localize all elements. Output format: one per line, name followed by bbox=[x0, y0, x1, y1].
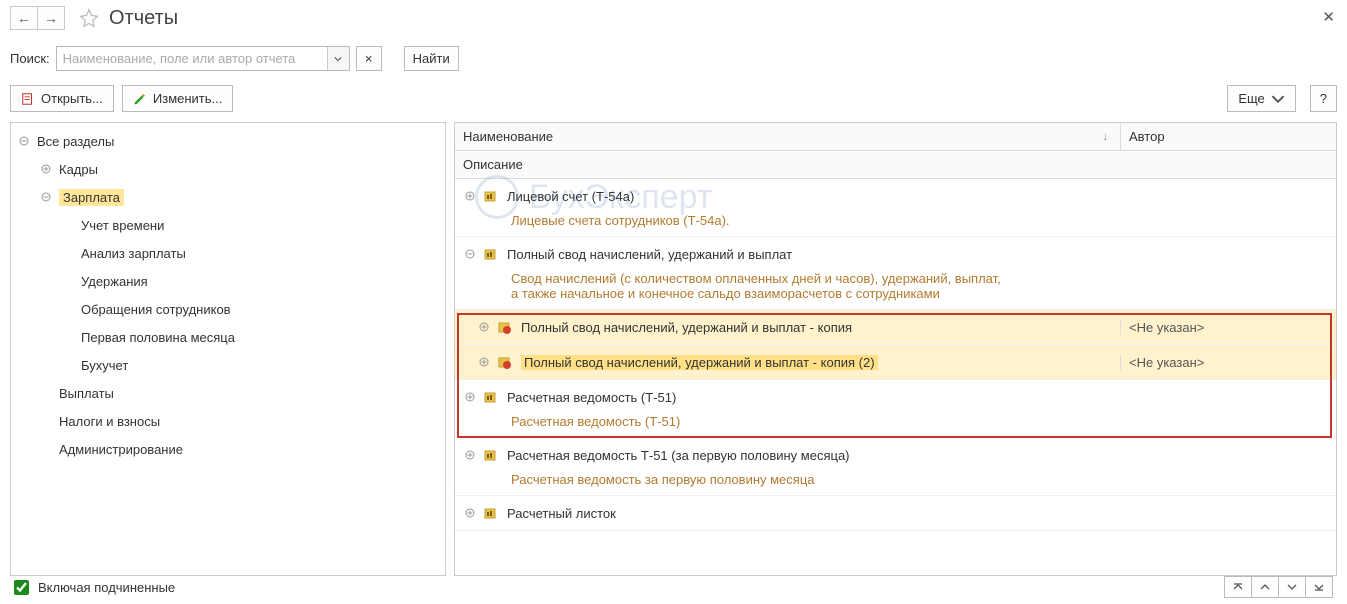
expander-icon[interactable] bbox=[463, 247, 477, 261]
chevron-down-icon bbox=[1271, 92, 1285, 106]
pencil-icon bbox=[133, 92, 147, 106]
item-name: Полный свод начислений, удержаний и выпл… bbox=[521, 320, 852, 335]
report-row[interactable]: Лицевой счет (Т-54а) Лицевые счета сотруд… bbox=[455, 179, 1336, 237]
sort-arrow-icon: ↓ bbox=[1103, 131, 1109, 143]
nav-bottom-button[interactable] bbox=[1305, 576, 1333, 598]
expander-icon[interactable] bbox=[17, 134, 31, 148]
tree-item[interactable]: Обращения сотрудников bbox=[11, 295, 445, 323]
open-button[interactable]: Открыть... bbox=[10, 85, 114, 112]
expander-icon[interactable] bbox=[463, 506, 477, 520]
report-row[interactable]: Полный свод начислений, удержаний и выпл… bbox=[455, 310, 1336, 345]
tree-item[interactable]: Администрирование bbox=[11, 435, 445, 463]
expander-icon[interactable] bbox=[463, 448, 477, 462]
col-header-name[interactable]: Наименование ↓ bbox=[455, 123, 1120, 150]
report-icon bbox=[483, 448, 499, 462]
report-row[interactable]: Расчетная ведомость Т-51 (за первую поло… bbox=[455, 438, 1336, 496]
tree-root[interactable]: Все разделы bbox=[11, 127, 445, 155]
report-row[interactable]: Полный свод начислений, удержаний и выпл… bbox=[455, 345, 1336, 380]
expander-icon[interactable] bbox=[463, 390, 477, 404]
item-name: Расчетная ведомость (Т-51) bbox=[507, 390, 676, 405]
document-icon bbox=[21, 92, 35, 106]
tree-panel: Все разделыКадрыЗарплатаУчет времениАнал… bbox=[10, 122, 446, 576]
expander-icon[interactable] bbox=[39, 190, 53, 204]
nav-back-button[interactable]: ← bbox=[10, 6, 38, 30]
search-input-wrap bbox=[56, 46, 350, 71]
include-sub-label: Включая подчиненные bbox=[38, 580, 175, 595]
search-dropdown-button[interactable] bbox=[327, 47, 349, 70]
tree-item[interactable]: Анализ зарплаты bbox=[11, 239, 445, 267]
col-header-author[interactable]: Автор bbox=[1120, 123, 1336, 150]
report-icon bbox=[483, 247, 499, 261]
list-panel: Наименование ↓ Автор Описание Лицевой сч… bbox=[454, 122, 1337, 576]
item-author: <Не указан> bbox=[1120, 320, 1336, 335]
search-input[interactable] bbox=[57, 47, 327, 70]
more-button[interactable]: Еще bbox=[1227, 85, 1295, 112]
nav-forward-button[interactable]: → bbox=[37, 6, 65, 30]
tree-item[interactable]: Налоги и взносы bbox=[11, 407, 445, 435]
expander-icon[interactable] bbox=[463, 189, 477, 203]
item-description: Расчетная ведомость за первую половину м… bbox=[455, 468, 1336, 491]
search-clear-button[interactable]: × bbox=[356, 46, 382, 71]
item-description: Расчетная ведомость (Т-51) bbox=[455, 410, 1336, 433]
col-header-desc[interactable]: Описание bbox=[455, 151, 1336, 179]
tree-item[interactable]: Зарплата bbox=[11, 183, 445, 211]
nav-up-button[interactable] bbox=[1251, 576, 1279, 598]
item-description: Лицевые счета сотрудников (Т-54а). bbox=[455, 209, 1336, 232]
close-icon[interactable]: ✕ bbox=[1322, 8, 1335, 26]
nav-down-button[interactable] bbox=[1278, 576, 1306, 598]
report-custom-icon bbox=[497, 320, 513, 334]
grid-header: Наименование ↓ Автор bbox=[455, 123, 1336, 151]
report-row[interactable]: Расчетный листок bbox=[455, 496, 1336, 531]
report-row[interactable]: Полный свод начислений, удержаний и выпл… bbox=[455, 237, 1336, 310]
item-name: Расчетный листок bbox=[507, 506, 616, 521]
edit-button[interactable]: Изменить... bbox=[122, 85, 233, 112]
item-description: Свод начислений (с количеством оплаченны… bbox=[455, 267, 1336, 305]
expander-icon[interactable] bbox=[477, 320, 491, 334]
expander-icon[interactable] bbox=[477, 355, 491, 369]
page-title: Отчеты bbox=[109, 7, 178, 30]
report-icon bbox=[483, 189, 499, 203]
tree-item[interactable]: Выплаты bbox=[11, 379, 445, 407]
item-author: <Не указан> bbox=[1120, 355, 1336, 370]
favorite-star-icon[interactable] bbox=[79, 8, 99, 28]
expander-icon[interactable] bbox=[39, 162, 53, 176]
find-button[interactable]: Найти bbox=[404, 46, 459, 71]
report-icon bbox=[483, 390, 499, 404]
search-label: Поиск: bbox=[10, 51, 50, 66]
item-name: Полный свод начислений, удержаний и выпл… bbox=[521, 355, 878, 370]
include-sub-checkbox[interactable] bbox=[14, 580, 29, 595]
tree-item[interactable]: Учет времени bbox=[11, 211, 445, 239]
list-nav-buttons bbox=[1224, 576, 1333, 598]
report-custom-icon bbox=[497, 355, 513, 369]
tree-item[interactable]: Первая половина месяца bbox=[11, 323, 445, 351]
report-row[interactable]: Расчетная ведомость (Т-51) Расчетная ведо… bbox=[455, 380, 1336, 438]
nav-top-button[interactable] bbox=[1224, 576, 1252, 598]
item-name: Лицевой счет (Т-54а) bbox=[507, 189, 634, 204]
report-icon bbox=[483, 506, 499, 520]
item-name: Расчетная ведомость Т-51 (за первую поло… bbox=[507, 448, 850, 463]
tree-item[interactable]: Бухучет bbox=[11, 351, 445, 379]
item-name: Полный свод начислений, удержаний и выпл… bbox=[507, 247, 792, 262]
tree-item[interactable]: Кадры bbox=[11, 155, 445, 183]
help-button[interactable]: ? bbox=[1310, 85, 1337, 112]
tree-item[interactable]: Удержания bbox=[11, 267, 445, 295]
